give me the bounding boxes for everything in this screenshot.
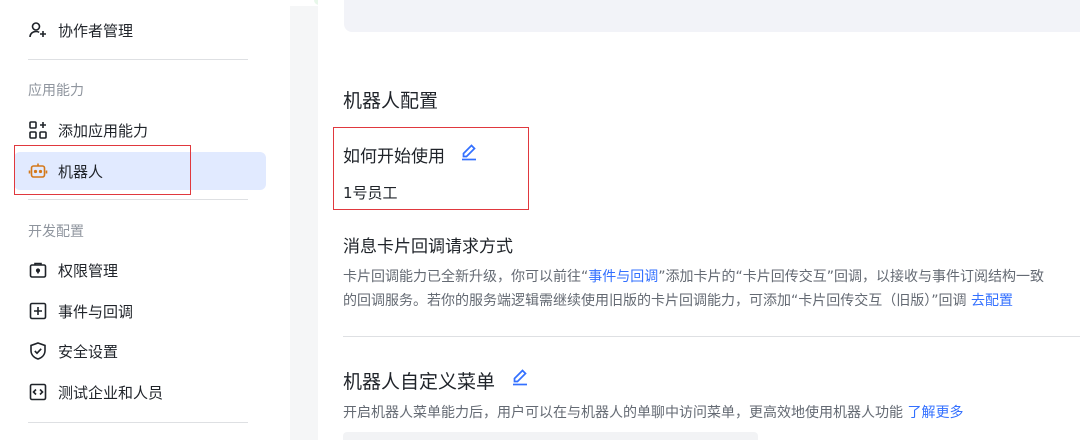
code-box-icon xyxy=(28,382,48,402)
menu-config-card xyxy=(343,432,758,440)
callback-text: ”添加卡片的“卡片回传交互”回调，以接收与事件订阅结构一致 xyxy=(658,269,1045,285)
sidebar-item-label: 添加应用能力 xyxy=(58,121,149,140)
previous-section-card xyxy=(344,0,1080,32)
sidebar-divider xyxy=(28,199,248,200)
highlight-box-how-to-start xyxy=(333,127,529,210)
sidebar-item-security[interactable]: 安全设置 xyxy=(14,332,266,370)
section-divider xyxy=(343,336,1080,337)
sidebar-item-test-org[interactable]: 测试企业和人员 xyxy=(14,373,266,411)
sidebar-item-label: 协作者管理 xyxy=(58,21,134,40)
menu-desc-text: 开启机器人菜单能力后，用户可以在与机器人的单聊中访问菜单，更高效地使用机器人功能 xyxy=(343,405,908,421)
sidebar-item-add-app-capability[interactable]: 添加应用能力 xyxy=(14,111,266,149)
sidebar-item-label: 事件与回调 xyxy=(58,302,134,321)
sidebar-item-events-callbacks[interactable]: 事件与回调 xyxy=(14,292,266,330)
learn-more-link[interactable]: 了解更多 xyxy=(907,405,963,421)
section-title-app-capability: 应用能力 xyxy=(28,83,84,99)
bot-config-title: 机器人配置 xyxy=(343,90,439,112)
section-title-dev-config: 开发配置 xyxy=(28,224,84,240)
callback-text: 卡片回调能力已全新升级，你可以前往“ xyxy=(343,269,589,285)
sidebar-item-collaborators[interactable]: 协作者管理 xyxy=(14,11,266,49)
sidebar-item-label: 权限管理 xyxy=(58,261,119,280)
apps-add-icon xyxy=(28,120,48,140)
plus-box-icon xyxy=(28,301,48,321)
go-configure-link[interactable]: 去配置 xyxy=(971,293,1013,309)
sidebar-item-label: 测试企业和人员 xyxy=(58,383,164,402)
sidebar-divider xyxy=(28,422,248,423)
callback-description-line1: 卡片回调能力已全新升级，你可以前往“事件与回调”添加卡片的“卡片回传交互”回调，… xyxy=(343,266,1044,286)
callback-method-title: 消息卡片回调请求方式 xyxy=(343,237,513,257)
bot-custom-menu-title: 机器人自定义菜单 xyxy=(343,371,496,393)
edit-icon[interactable] xyxy=(510,367,530,387)
events-callbacks-link[interactable]: 事件与回调 xyxy=(588,269,658,285)
lock-box-icon xyxy=(28,260,48,280)
callback-text: 的回调服务。若你的服务端逻辑需继续使用旧版的卡片回调能力，可添加“卡片回传交互（… xyxy=(343,293,971,309)
sidebar-item-label: 安全设置 xyxy=(58,342,119,361)
sidebar-divider xyxy=(28,59,248,60)
sidebar-item-permissions[interactable]: 权限管理 xyxy=(14,251,266,289)
sidebar: 协作者管理 应用能力 添加应用能力 机器人 开发配置 权限管理 事件与回调 安全… xyxy=(0,0,290,440)
shield-check-icon xyxy=(28,341,48,361)
highlight-box-bot xyxy=(14,145,191,195)
bot-menu-description: 开启机器人菜单能力后，用户可以在与机器人的单聊中访问菜单，更高效地使用机器人功能… xyxy=(343,402,963,422)
callback-description-line2: 的回调服务。若你的服务端逻辑需继续使用旧版的卡片回调能力，可添加“卡片回传交互（… xyxy=(343,290,1013,310)
user-add-icon xyxy=(28,20,48,40)
